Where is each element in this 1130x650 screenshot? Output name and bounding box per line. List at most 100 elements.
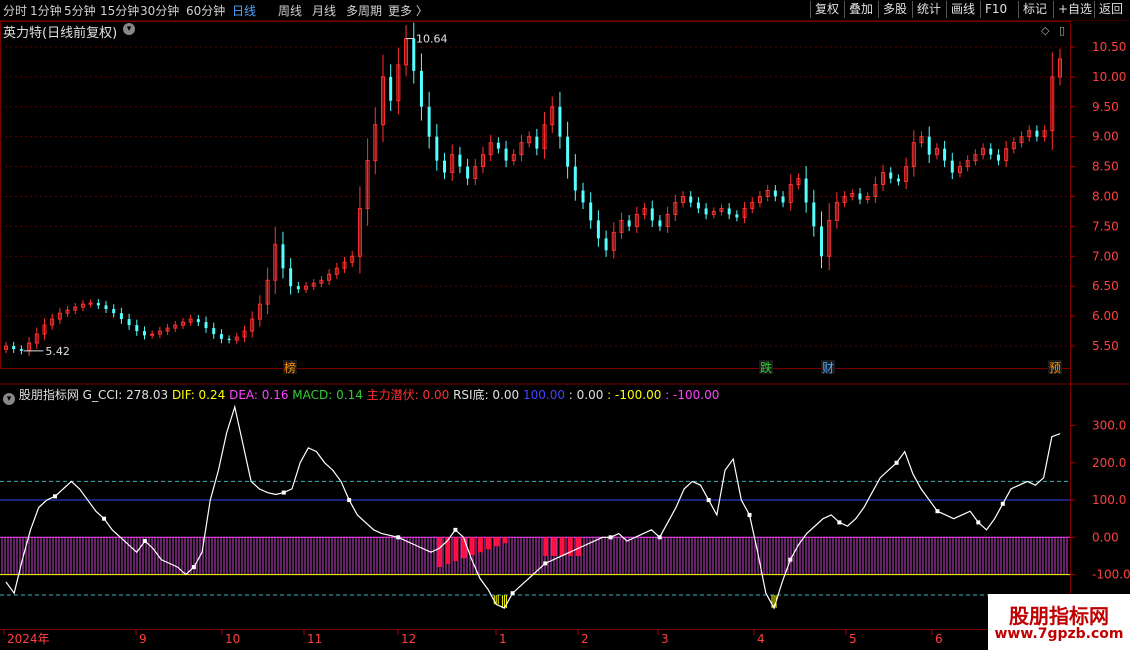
main-force-bar <box>494 537 500 547</box>
period-tab-6[interactable]: 日线 <box>232 2 256 19</box>
candle-body <box>658 220 662 227</box>
period-tab-7[interactable]: 周线 <box>278 2 302 19</box>
price-axis-label: 6.50 <box>1092 279 1119 293</box>
price-axis-label: 6.00 <box>1092 309 1119 323</box>
period-tab-3[interactable]: 15分钟 <box>100 2 139 19</box>
cci-marker <box>894 460 899 465</box>
candle-body <box>996 154 1000 161</box>
candle-body <box>589 202 593 221</box>
candle-body <box>596 220 600 239</box>
toolbar-button-1[interactable]: 叠加 <box>844 1 877 18</box>
period-tab-8[interactable]: 月线 <box>312 2 336 19</box>
date-label: 12 <box>401 632 416 646</box>
watermark-url: www.7gpzb.com <box>994 626 1124 642</box>
main-force-bar <box>437 537 443 568</box>
main-force-bar <box>469 537 475 556</box>
date-label: 2 <box>581 632 589 646</box>
period-tab-0[interactable]: 分时 <box>3 2 27 19</box>
candle-body <box>689 196 693 203</box>
candle-body <box>696 202 700 209</box>
toolbar-button-5[interactable]: F10 <box>980 1 1011 18</box>
candle-body <box>943 148 947 161</box>
cci-marker <box>747 512 752 517</box>
candle-body <box>412 38 416 71</box>
candle-body <box>858 193 862 200</box>
candle-body <box>443 160 447 173</box>
candle-body <box>112 308 116 314</box>
candle-body <box>458 154 462 167</box>
ind-axis-label: 0.00 <box>1092 530 1119 544</box>
price-axis-label: 5.50 <box>1092 339 1119 353</box>
candle-body <box>219 334 223 339</box>
main-force-bar <box>543 537 549 556</box>
ind-axis-label: 300.0 <box>1092 419 1126 433</box>
date-label: 1 <box>499 632 507 646</box>
candle-body <box>781 196 785 203</box>
cci-marker <box>837 520 842 525</box>
indicator-value-5: RSI底: 0.00 <box>449 388 520 402</box>
toolbar-button-6[interactable]: 标记 <box>1018 1 1051 18</box>
toolbar-button-0[interactable]: 复权 <box>810 1 843 18</box>
candle-body <box>204 322 208 329</box>
main-force-bar <box>486 537 492 550</box>
event-marker: 预 <box>1049 361 1061 375</box>
stock-chart[interactable]: 10.5010.009.509.008.508.007.507.006.506.… <box>0 21 1130 650</box>
candle-body <box>727 208 731 215</box>
watermark-title: 股朋指标网 <box>1009 604 1109 628</box>
indicator-name: 股朋指标网 <box>18 388 79 402</box>
toolbar-button-2[interactable]: 多股 <box>878 1 911 18</box>
period-tab-10[interactable]: 更多 〉 <box>388 2 428 19</box>
price-axis-label: 8.00 <box>1092 189 1119 203</box>
toolbar-button-8[interactable]: 返回 <box>1094 1 1127 18</box>
candle-body <box>812 202 816 227</box>
date-label: 11 <box>307 632 322 646</box>
candle-body <box>104 305 108 309</box>
candle-body <box>735 214 739 218</box>
main-force-bar <box>477 537 483 553</box>
candle-body <box>558 106 562 137</box>
candle-body <box>19 349 23 351</box>
candle-body <box>119 313 123 320</box>
period-tab-9[interactable]: 多周期 <box>346 2 382 19</box>
candle-body <box>704 208 708 215</box>
cci-marker <box>935 509 940 514</box>
ind-axis-label: -100.0 <box>1092 568 1130 582</box>
cci-marker <box>142 539 147 544</box>
cci-marker <box>53 494 58 499</box>
period-tab-1[interactable]: 1分钟 <box>30 2 62 19</box>
date-label: 5 <box>849 632 857 646</box>
period-tab-2[interactable]: 5分钟 <box>64 2 96 19</box>
period-tab-4[interactable]: 30分钟 <box>140 2 179 19</box>
price-axis-label: 10.00 <box>1092 70 1126 84</box>
cci-marker <box>657 535 662 540</box>
period-tab-5[interactable]: 60分钟 <box>186 2 225 19</box>
candle-body <box>496 142 500 149</box>
cci-marker <box>347 498 352 503</box>
candle-body <box>212 328 216 335</box>
cci-marker <box>1000 501 1005 506</box>
chevron-down-icon[interactable]: ▾ <box>3 393 15 405</box>
date-label: 9 <box>139 632 147 646</box>
cci-line <box>5 404 1061 610</box>
main-force-bar <box>575 537 581 556</box>
cci-marker <box>191 565 196 570</box>
toolbar-button-3[interactable]: 统计 <box>912 1 945 18</box>
toolbar-button-7[interactable]: +自选 <box>1053 1 1096 18</box>
candle-body <box>896 178 900 182</box>
candle-body <box>227 338 231 341</box>
candle-body <box>389 76 393 101</box>
ind-axis-label: 200.0 <box>1092 456 1126 470</box>
candle-body <box>96 302 100 306</box>
main-force-bar <box>453 537 459 562</box>
price-axis-label: 7.00 <box>1092 249 1119 263</box>
main-force-bar <box>461 537 467 559</box>
event-marker: 榜 <box>284 360 296 375</box>
cci-marker <box>102 516 107 521</box>
candle-body <box>135 325 139 332</box>
main-force-bar <box>502 537 508 544</box>
indicator-value-2: DEA: 0.16 <box>225 388 289 402</box>
cci-marker <box>976 520 981 525</box>
toolbar-button-4[interactable]: 画线 <box>946 1 979 18</box>
ind-axis-label: 100.0 <box>1092 493 1126 507</box>
candle-body <box>581 190 585 203</box>
